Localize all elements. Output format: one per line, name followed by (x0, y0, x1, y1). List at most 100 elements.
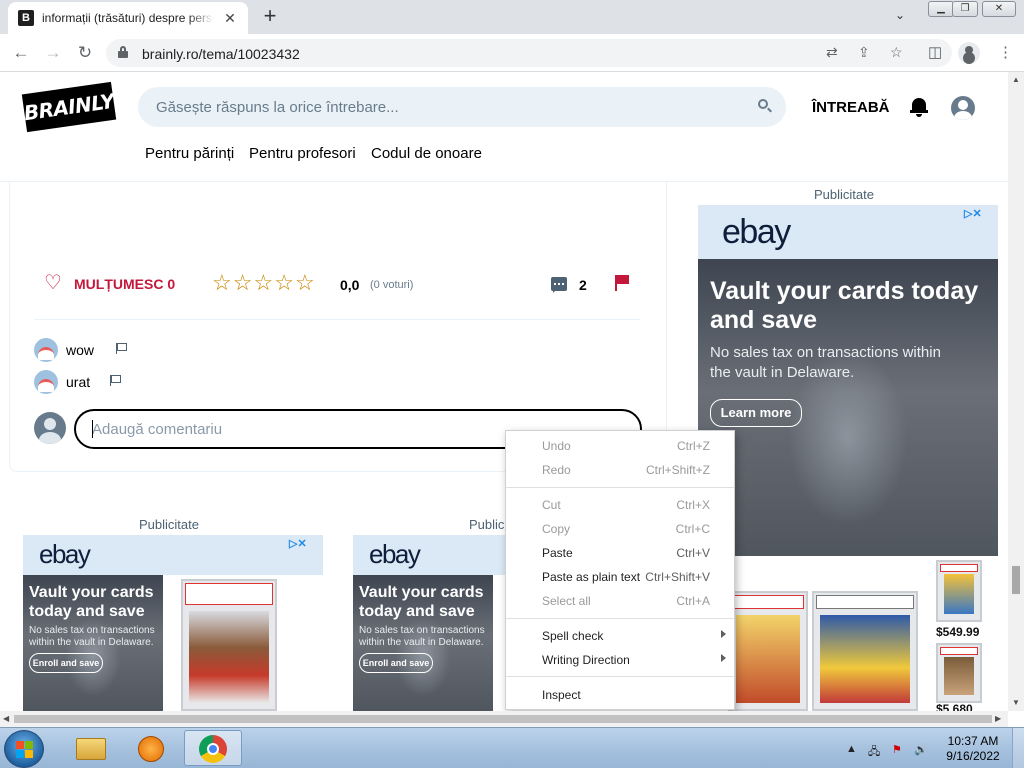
report-flag-icon[interactable] (614, 275, 630, 291)
menu-item-undo[interactable]: Undo Ctrl+Z (506, 435, 734, 457)
search-icon[interactable] (758, 99, 772, 113)
menu-item-redo[interactable]: Redo Ctrl+Shift+Z (506, 459, 734, 481)
star-icon[interactable]: ☆ (212, 270, 233, 295)
kebab-menu-icon[interactable]: ⋮ (998, 43, 1013, 61)
back-arrow-icon[interactable]: ← (10, 42, 32, 64)
close-icon[interactable]: ✕ (982, 1, 1016, 17)
forward-arrow-icon[interactable]: → (42, 42, 64, 64)
profile-avatar-icon[interactable] (958, 42, 980, 64)
start-button[interactable] (4, 730, 44, 768)
star-icon[interactable]: ☆ (274, 270, 295, 295)
action-center-flag-icon[interactable]: ⚑ (892, 743, 902, 756)
nav-link-teachers[interactable]: Pentru profesori (249, 145, 356, 162)
ebay-logo: ebay (722, 213, 791, 251)
system-clock[interactable]: 10:37 AM 9/16/2022 (944, 734, 1002, 764)
votes-count: (0 voturi) (370, 279, 414, 291)
graded-card-image (728, 591, 808, 711)
tray-expand-icon[interactable]: ▲ (846, 743, 857, 755)
notification-bell-icon[interactable] (910, 97, 928, 117)
text-caret (92, 420, 93, 438)
star-icon[interactable]: ☆ (295, 270, 316, 295)
menu-item-copy[interactable]: Copy Ctrl+C (506, 518, 734, 540)
chrome-taskbar-button[interactable] (184, 730, 242, 766)
menu-separator (506, 676, 734, 677)
brainly-header: BRAINLY Găsește răspuns la orice întreba… (0, 72, 1008, 182)
bottom-ad[interactable]: ebay Vault your cards today and save No … (353, 535, 505, 711)
scroll-down-icon[interactable]: ▼ (1012, 698, 1020, 707)
bottom-ad[interactable]: ebay ▷✕ Vault your cards today and save … (23, 535, 323, 711)
adchoices-icon[interactable]: ▷✕ (964, 207, 982, 220)
show-desktop-button[interactable] (1012, 728, 1024, 768)
nav-link-honor-code[interactable]: Codul de onoare (371, 145, 482, 162)
star-icon[interactable]: ☆ (253, 270, 274, 295)
learn-more-button[interactable]: Learn more (710, 399, 802, 427)
star-icon[interactable]: ☆ (233, 270, 254, 295)
comment-text: wow (66, 342, 95, 358)
scrollbar-thumb[interactable] (14, 715, 992, 723)
browser-tab[interactable]: B informații (trăsături) despre personaj… (8, 2, 248, 34)
ad-headline: Vault your cards today and save (710, 277, 979, 334)
network-icon[interactable]: 🖧 (868, 743, 880, 762)
brainly-logo[interactable]: BRAINLY (21, 81, 117, 133)
commenter-avatar[interactable] (34, 338, 58, 362)
menu-item-select-all[interactable]: Select all Ctrl+A (506, 590, 734, 612)
clock-time: 10:37 AM (947, 734, 999, 748)
menu-item-cut[interactable]: Cut Ctrl+X (506, 494, 734, 516)
browser-toolbar: ← → ↻ brainly.ro/tema/10023432 ⇄ ⇪ ☆ ◫ ⋮ (0, 34, 1024, 72)
enroll-button[interactable]: Enroll and save (359, 653, 433, 673)
ebay-logo: ebay (39, 539, 91, 569)
new-tab-button[interactable]: + (258, 5, 282, 29)
thanks-button[interactable]: MULȚUMESC 0 (74, 276, 175, 292)
rating-value: 0,0 (340, 277, 360, 293)
translate-icon[interactable]: ⇄ (826, 44, 838, 61)
tab-strip: B informații (trăsături) despre personaj… (0, 0, 1024, 34)
comment-count[interactable]: 2 (579, 277, 587, 293)
comment-report-flag-icon[interactable] (116, 343, 127, 354)
price-tag: $549.99 (936, 625, 980, 639)
comment-icon[interactable] (551, 277, 567, 293)
minimize-icon[interactable]: ▁ (928, 1, 954, 17)
windows-logo-icon (16, 741, 34, 759)
price-tag: $5,680 (936, 702, 973, 711)
folder-icon (76, 738, 106, 760)
heart-icon[interactable]: ♡ (44, 273, 62, 293)
bookmark-star-icon[interactable]: ☆ (890, 44, 903, 61)
vertical-scrollbar[interactable]: ▲ ▼ (1008, 72, 1024, 711)
menu-item-spell-check[interactable]: Spell check (506, 625, 734, 647)
restore-icon[interactable]: ❐ (952, 1, 978, 17)
windows-taskbar: ▲ 🖧 ⚑ 🔊 10:37 AM 9/16/2022 (0, 727, 1024, 768)
adchoices-icon[interactable]: ▷✕ (289, 537, 307, 550)
chrome-icon (199, 735, 227, 763)
side-panel-icon[interactable]: ◫ (928, 43, 942, 61)
comment-report-flag-icon[interactable] (110, 375, 121, 386)
graded-card-image (181, 579, 277, 711)
user-avatar-icon[interactable] (951, 96, 975, 120)
tab-close-icon[interactable]: ✕ (222, 10, 238, 27)
address-bar[interactable]: brainly.ro/tema/10023432 ⇄ ⇪ ☆ (106, 39, 952, 67)
menu-item-inspect[interactable]: Inspect (506, 684, 734, 706)
media-player-taskbar-button[interactable] (122, 730, 180, 766)
menu-item-paste-plain[interactable]: Paste as plain text Ctrl+Shift+V (506, 566, 734, 588)
ask-question-button[interactable]: ÎNTREABĂ (812, 99, 890, 116)
tab-search-chevron-icon[interactable]: ⌄ (895, 8, 905, 22)
scrollbar-thumb[interactable] (1012, 566, 1020, 594)
horizontal-scrollbar[interactable]: ◀ ▶ (0, 711, 1008, 727)
commenter-avatar[interactable] (34, 370, 58, 394)
explorer-taskbar-button[interactable] (62, 730, 120, 766)
side-ad[interactable]: ebay ▷✕ Vault your cards today and save … (698, 205, 998, 711)
scroll-left-icon[interactable]: ◀ (3, 714, 9, 723)
graded-card-image (812, 591, 918, 711)
menu-item-paste[interactable]: Paste Ctrl+V (506, 542, 734, 564)
search-input[interactable]: Găsește răspuns la orice întrebare... (138, 87, 786, 127)
ad-body: No sales tax on transactions within the … (710, 344, 941, 381)
scroll-right-icon[interactable]: ▶ (995, 714, 1001, 723)
menu-item-writing-direction[interactable]: Writing Direction (506, 649, 734, 671)
scroll-up-icon[interactable]: ▲ (1012, 75, 1020, 84)
reload-icon[interactable]: ↻ (74, 42, 96, 64)
volume-icon[interactable]: 🔊 (914, 743, 928, 756)
comment-text: urat (66, 374, 91, 390)
share-icon[interactable]: ⇪ (858, 44, 870, 61)
rating-stars[interactable]: ☆☆☆☆☆ (212, 271, 316, 295)
enroll-button[interactable]: Enroll and save (29, 653, 103, 673)
nav-link-parents[interactable]: Pentru părinți (145, 145, 234, 162)
